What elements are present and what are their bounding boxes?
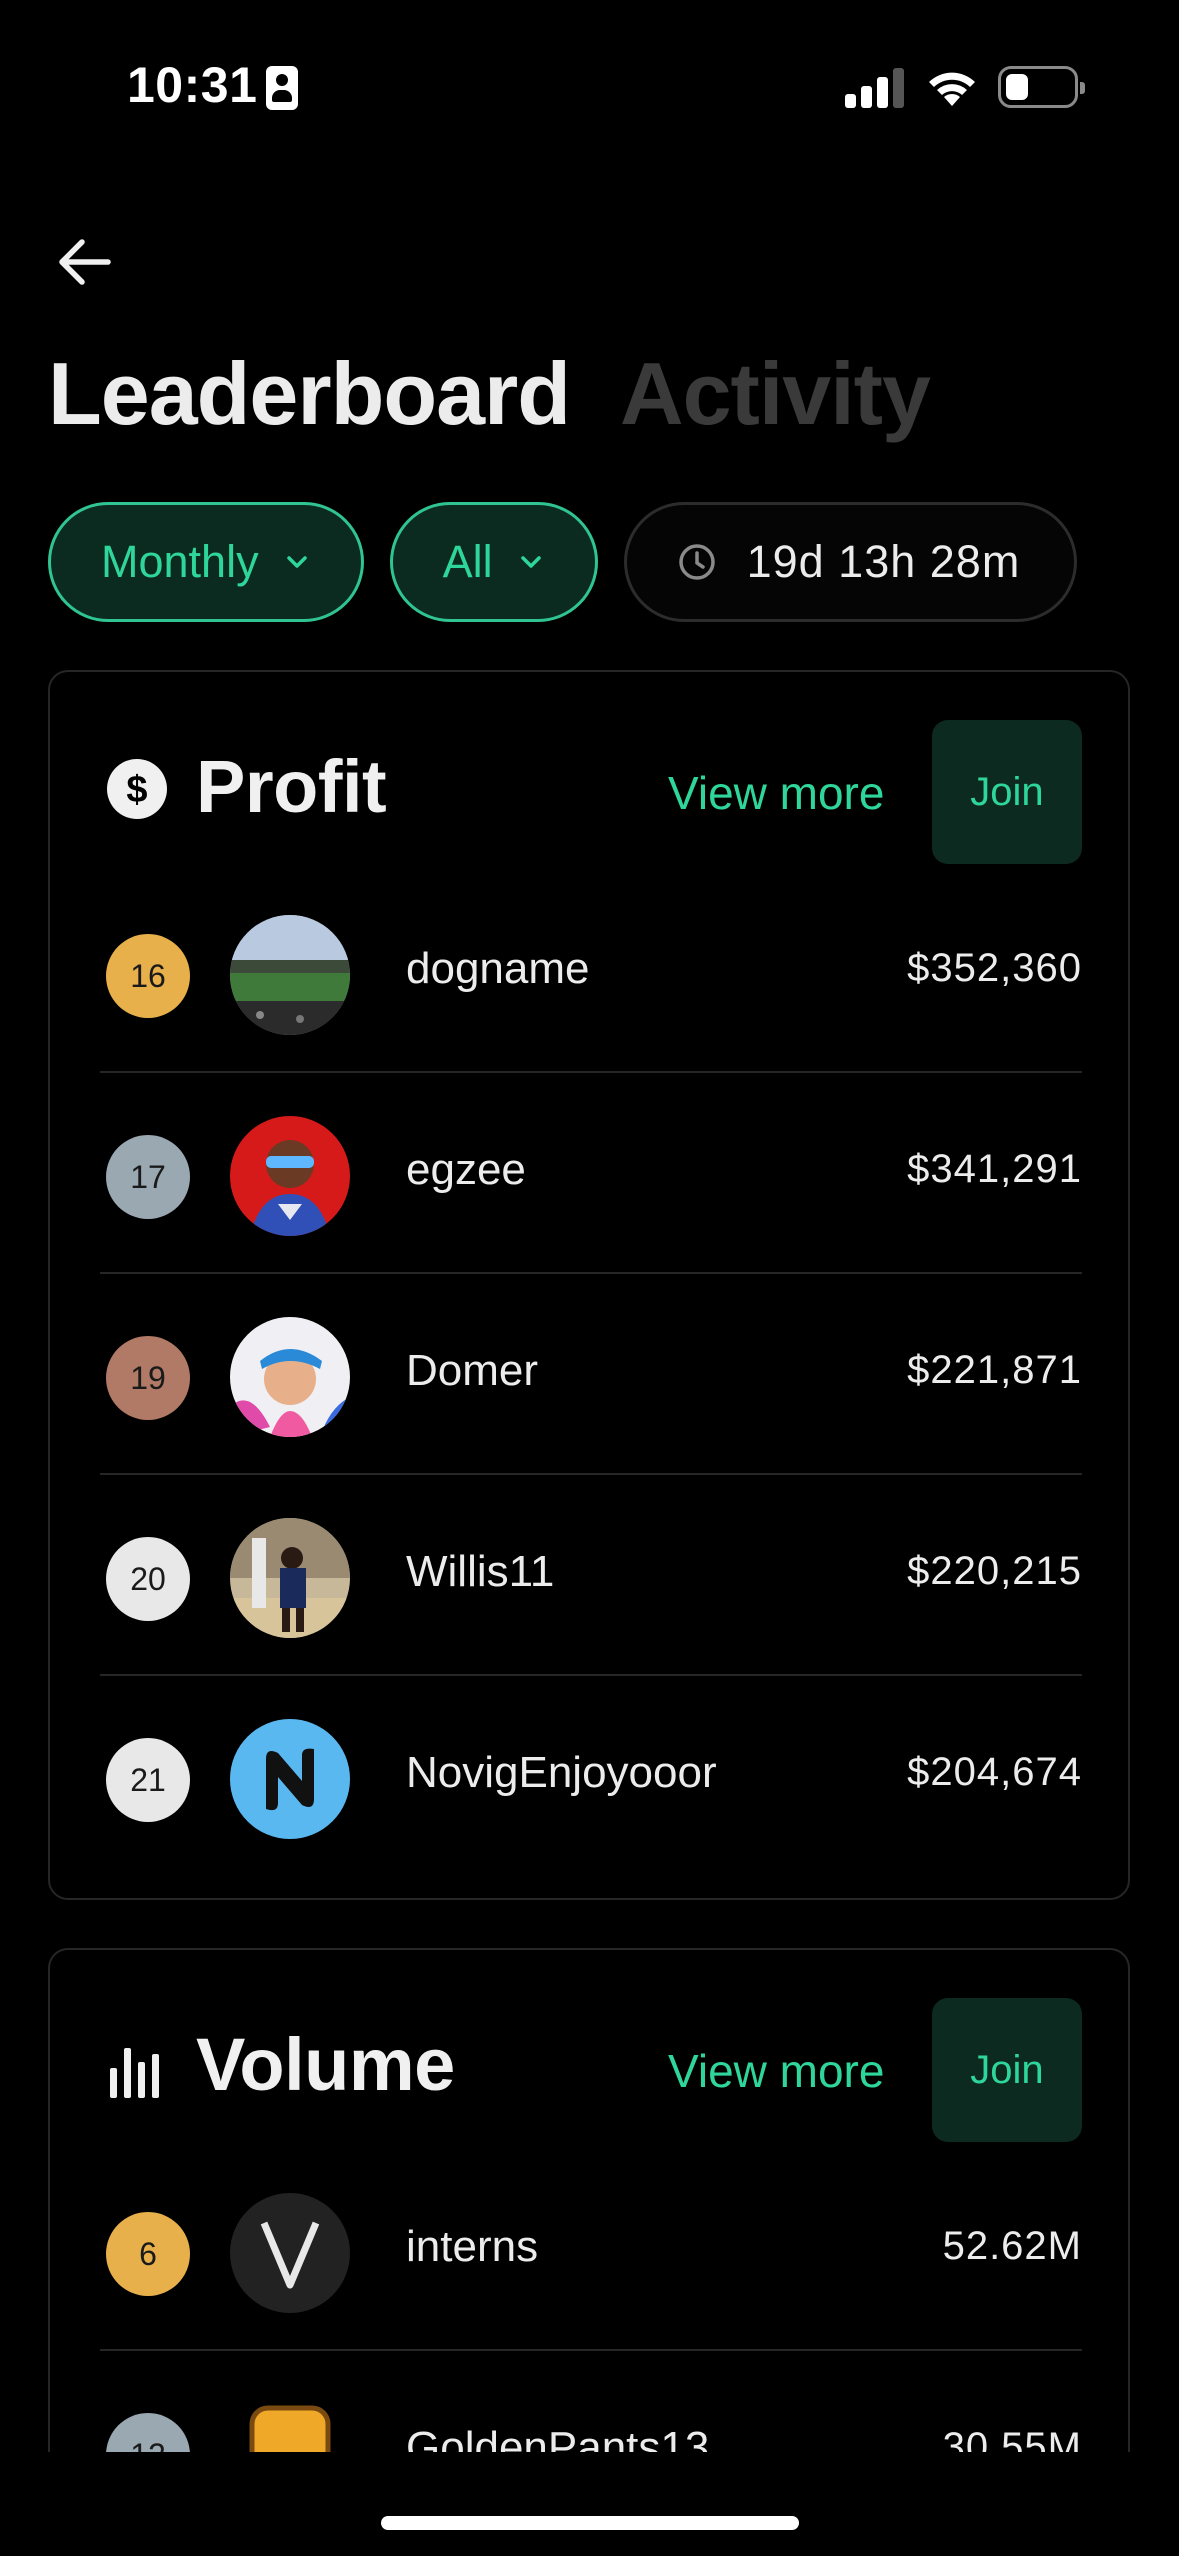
bar-chart-icon (110, 2048, 159, 2098)
volume-card: Volume View more Join 6 interns 52.62M 1… (48, 1948, 1130, 2508)
profit-amount: $220,215 (907, 1549, 1082, 1593)
username: NovigEnjoyooor (406, 1748, 717, 1797)
title-tabs: Leaderboard Activity (48, 350, 931, 438)
chevron-down-icon (286, 556, 307, 568)
avatar (230, 1317, 350, 1437)
profit-amount: $221,871 (907, 1348, 1082, 1392)
category-label: All (442, 536, 493, 587)
chevron-down-icon (520, 556, 541, 568)
profit-title: Profit (196, 745, 387, 828)
list-item[interactable]: 16 dogname $352,360 (100, 872, 1082, 1073)
status-time: 10:31 (127, 57, 258, 113)
avatar (230, 915, 350, 1035)
avatar (230, 2193, 350, 2313)
back-button[interactable] (48, 226, 120, 298)
profit-amount: $352,360 (907, 946, 1082, 990)
username: interns (406, 2222, 539, 2271)
period-label: Monthly (101, 536, 259, 587)
rank-badge: 17 (106, 1135, 190, 1219)
rank-badge: 16 (106, 934, 190, 1018)
profit-list: 16 dogname $352,360 17 egzee $341,291 19… (100, 872, 1082, 1877)
filter-bar: Monthly All 19d 13h 28m (48, 502, 1078, 622)
period-dropdown[interactable]: Monthly (48, 502, 364, 622)
rank-badge: 21 (106, 1738, 190, 1822)
tab-activity[interactable]: Activity (620, 350, 931, 438)
username: egzee (406, 1145, 526, 1194)
list-item[interactable]: 17 egzee $341,291 (100, 1073, 1082, 1274)
username: dogname (406, 944, 590, 993)
list-item[interactable]: 19 Domer $221,871 (100, 1274, 1082, 1475)
bottom-safe-area (0, 2452, 1179, 2556)
volume-amount: 52.62M (942, 2224, 1082, 2268)
username: Domer (406, 1346, 539, 1395)
rank-badge: 19 (106, 1336, 190, 1420)
profit-card-header: $ Profit View more Join (50, 672, 1128, 872)
category-dropdown[interactable]: All (389, 502, 598, 622)
avatar (230, 1116, 350, 1236)
profit-amount: $204,674 (907, 1750, 1082, 1794)
rank-badge: 6 (106, 2212, 190, 2296)
profit-view-more-link[interactable]: View more (668, 766, 884, 820)
avatar (230, 1719, 350, 1839)
volume-title: Volume (196, 2023, 455, 2106)
countdown-label: 19d 13h 28m (746, 536, 1021, 587)
id-card-icon (266, 66, 298, 110)
avatar (230, 1518, 350, 1638)
home-indicator[interactable] (381, 2516, 799, 2530)
list-item[interactable]: 6 interns 52.62M (100, 2150, 1082, 2351)
volume-card-header: Volume View more Join (50, 1950, 1128, 2150)
tab-leaderboard[interactable]: Leaderboard (48, 350, 571, 438)
cellular-signal-icon (845, 66, 905, 108)
profit-card: $ Profit View more Join 16 dogname $352,… (48, 670, 1130, 1900)
countdown-timer: 19d 13h 28m (623, 502, 1078, 622)
volume-view-more-link[interactable]: View more (668, 2044, 884, 2098)
wifi-icon (929, 72, 975, 106)
clock-icon (678, 544, 715, 580)
arrow-left-icon (59, 239, 111, 285)
username: Willis11 (406, 1547, 555, 1596)
status-bar: 10:31 (0, 0, 1179, 170)
volume-join-button[interactable]: Join (932, 1998, 1082, 2142)
list-item[interactable]: 21 NovigEnjoyooor $204,674 (100, 1676, 1082, 1877)
rank-badge: 20 (106, 1537, 190, 1621)
profit-join-button[interactable]: Join (932, 720, 1082, 864)
list-item[interactable]: 20 Willis11 $220,215 (100, 1475, 1082, 1676)
profit-amount: $341,291 (907, 1147, 1082, 1191)
battery-icon (998, 66, 1085, 108)
dollar-circle-icon: $ (107, 759, 167, 819)
svg-text:$: $ (126, 769, 147, 811)
